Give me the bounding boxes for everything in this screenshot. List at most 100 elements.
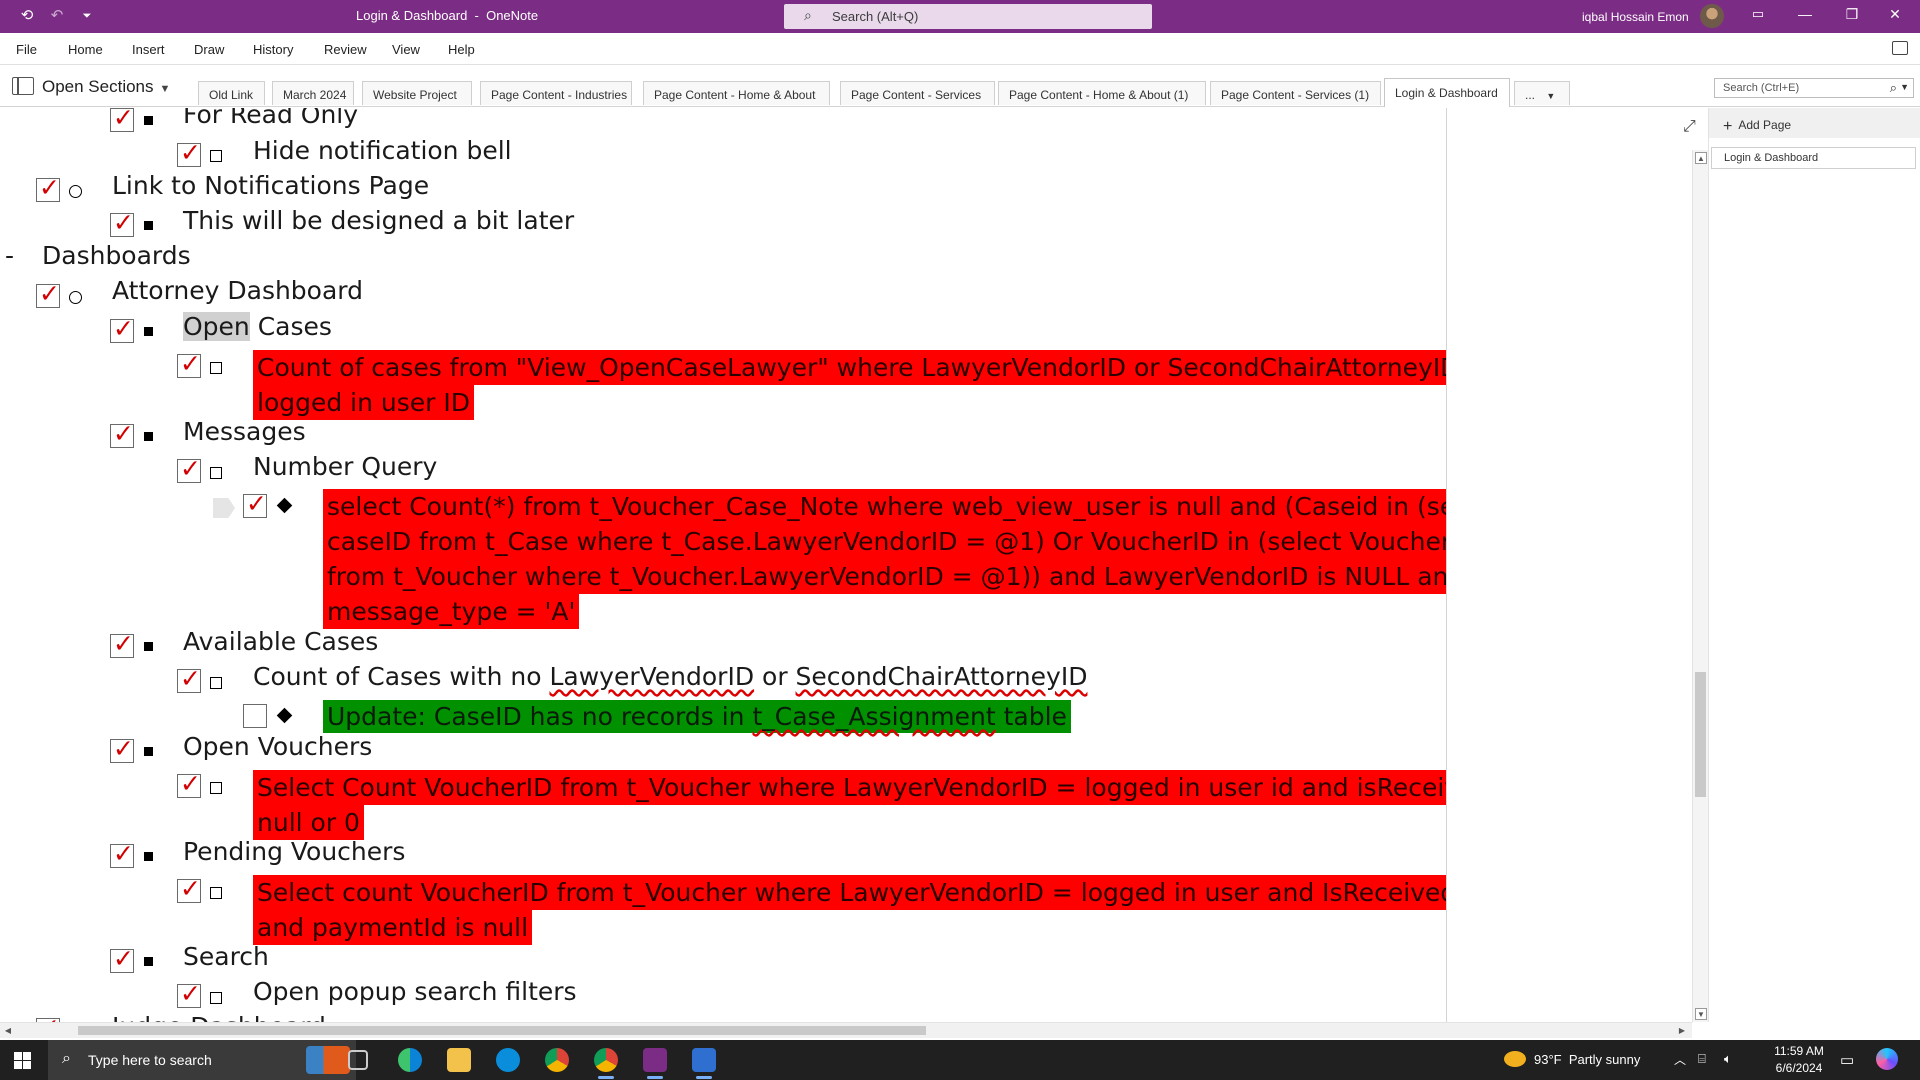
menu-view[interactable]: View (392, 42, 420, 57)
search-box[interactable]: ⌕ Search (Alt+Q) (784, 4, 1152, 29)
paragraph-handle-icon[interactable] (213, 498, 235, 518)
note-line[interactable]: Judge Dashboard (112, 1012, 326, 1022)
network-icon[interactable]: ⌸ (1698, 1051, 1706, 1067)
page-item[interactable]: Login & Dashboard (1711, 147, 1916, 169)
highlighted-query[interactable]: caseID from t_Case where t_Case.LawyerVe… (323, 524, 1446, 559)
menu-review[interactable]: Review (324, 42, 367, 57)
scroll-left-icon[interactable]: ◀ (2, 1025, 14, 1037)
menu-file[interactable]: File (16, 42, 37, 57)
immersive-reader-icon[interactable] (1892, 41, 1908, 55)
note-line[interactable]: Open Cases (183, 312, 332, 341)
highlighted-update[interactable]: Update: CaseID has no records in t_Case_… (323, 700, 1071, 733)
note-heading[interactable]: Dashboards (42, 241, 191, 270)
todo-checkbox[interactable]: ✓ (177, 138, 201, 167)
chrome-icon[interactable] (545, 1048, 569, 1072)
todo-checkbox[interactable]: ✓ (110, 208, 134, 237)
ribbon-display-icon[interactable]: ▭ (1748, 6, 1768, 22)
highlighted-query[interactable]: from t_Voucher where t_Voucher.LawyerVen… (323, 559, 1446, 594)
todo-checkbox[interactable]: ✓ (177, 349, 201, 378)
remote-desktop-icon[interactable] (692, 1048, 716, 1079)
chrome-profile-icon[interactable] (594, 1048, 618, 1079)
back-icon[interactable]: ⟲ (16, 5, 38, 27)
note-line[interactable]: Available Cases (183, 627, 378, 656)
note-line[interactable]: Count of Cases with no LawyerVendorID or… (253, 662, 1087, 691)
note-line[interactable]: Attorney Dashboard (112, 276, 363, 305)
skype-icon[interactable] (496, 1048, 520, 1072)
highlighted-query[interactable]: Select count VoucherID from t_Voucher wh… (253, 875, 1446, 910)
onenote-icon[interactable] (643, 1048, 667, 1079)
tab-login-dashboard[interactable]: Login & Dashboard (1384, 78, 1510, 107)
copilot-icon[interactable] (1876, 1048, 1898, 1070)
note-line[interactable]: Hide notification bell (253, 136, 512, 165)
scrollbar-thumb[interactable] (78, 1026, 926, 1035)
menu-insert[interactable]: Insert (132, 42, 165, 57)
todo-checkbox[interactable]: ✓ (177, 769, 201, 798)
page-canvas[interactable]: ✓ For Read Only ✓ Hide notification bell… (0, 108, 1446, 1022)
weather-icon[interactable] (1504, 1051, 1526, 1067)
tab-old-link[interactable]: Old Link (198, 81, 265, 105)
expand-icon[interactable]: ⤢ (1683, 118, 1696, 136)
vertical-scrollbar[interactable]: ▲ ▼ (1692, 150, 1708, 1022)
quick-access-icon[interactable]: ⏷ (76, 5, 98, 27)
windows-start-icon[interactable] (14, 1052, 31, 1069)
scroll-right-icon[interactable]: ▶ (1676, 1025, 1688, 1037)
highlighted-query[interactable]: Count of cases from "View_OpenCaseLawyer… (253, 350, 1446, 385)
note-line[interactable]: Link to Notifications Page (112, 171, 429, 200)
todo-checkbox[interactable]: ✓ (110, 419, 134, 448)
tab-home-about-1[interactable]: Page Content - Home & About (1) (998, 81, 1206, 105)
clock[interactable]: 11:59 AM 6/6/2024 (1764, 1043, 1834, 1077)
todo-checkbox[interactable]: ✓ (243, 489, 267, 518)
edge-icon[interactable] (398, 1048, 422, 1072)
tab-march-2024[interactable]: March 2024 (272, 81, 354, 105)
todo-checkbox[interactable]: ✓ (177, 664, 201, 693)
highlighted-query[interactable]: and paymentId is null (253, 910, 533, 945)
note-line[interactable]: For Read Only (183, 108, 358, 129)
note-line[interactable]: This will be designed a bit later (183, 206, 574, 235)
file-explorer-icon[interactable] (447, 1048, 471, 1072)
highlighted-query[interactable]: Select Count VoucherID from t_Voucher wh… (253, 770, 1446, 805)
note-line[interactable]: Number Query (253, 452, 437, 481)
highlighted-query[interactable]: select Count(*) from t_Voucher_Case_Note… (323, 489, 1446, 524)
note-line[interactable]: Messages (183, 417, 306, 446)
todo-checkbox[interactable]: ✓ (36, 173, 60, 202)
user-name[interactable]: iqbal Hossain Emon (1582, 10, 1689, 24)
todo-checkbox[interactable]: ✓ (110, 108, 134, 132)
avatar[interactable] (1700, 4, 1724, 28)
volume-icon[interactable]: 🔈︎ (1724, 1051, 1732, 1067)
tab-services[interactable]: Page Content - Services (840, 81, 995, 105)
page-search-input[interactable]: Search (Ctrl+E) ⌕ ▼ (1714, 78, 1914, 98)
highlighted-query[interactable]: logged in user ID (253, 385, 475, 420)
weather-text[interactable]: 93°F Partly sunny (1534, 1052, 1640, 1067)
todo-checkbox[interactable]: ✓ (110, 629, 134, 658)
task-view-icon[interactable] (348, 1050, 368, 1070)
tab-industries[interactable]: Page Content - Industries (480, 81, 632, 105)
menu-help[interactable]: Help (448, 42, 475, 57)
menu-draw[interactable]: Draw (194, 42, 224, 57)
add-page-button[interactable]: + Add Page (1723, 112, 1913, 140)
tab-services-1[interactable]: Page Content - Services (1) (1210, 81, 1381, 105)
todo-checkbox[interactable]: ✓ (110, 944, 134, 973)
menu-home[interactable]: Home (68, 42, 103, 57)
todo-checkbox[interactable]: ✓ (177, 874, 201, 903)
note-line[interactable]: Pending Vouchers (183, 837, 405, 866)
tab-more[interactable]: ... ▼ (1514, 81, 1570, 105)
note-line[interactable]: Open popup search filters (253, 977, 577, 1006)
todo-checkbox[interactable]: ✓ (110, 734, 134, 763)
close-icon[interactable]: ✕ (1885, 6, 1905, 23)
tab-home-about[interactable]: Page Content - Home & About (643, 81, 830, 105)
horizontal-scrollbar[interactable]: ◀ ▶ (0, 1022, 1692, 1038)
highlighted-query[interactable]: message_type = 'A' (323, 594, 580, 629)
tab-website-project[interactable]: Website Project (362, 81, 472, 105)
taskbar-search-input[interactable]: ⌕ Type here to search (48, 1040, 356, 1080)
notification-icon[interactable]: ▭ (1840, 1051, 1854, 1069)
open-sections-dropdown[interactable]: Open Sections ▼ (12, 77, 170, 97)
note-line[interactable]: Open Vouchers (183, 732, 372, 761)
menu-history[interactable]: History (253, 42, 293, 57)
todo-checkbox[interactable]: ✓ (177, 454, 201, 483)
todo-checkbox[interactable]: ✓ (36, 279, 60, 308)
todo-checkbox[interactable]: ✓ (177, 979, 201, 1008)
todo-checkbox-empty[interactable] (243, 704, 267, 728)
restore-icon[interactable]: ❐ (1842, 6, 1862, 23)
minimize-icon[interactable]: — (1795, 6, 1815, 22)
note-line[interactable]: Search (183, 942, 269, 971)
